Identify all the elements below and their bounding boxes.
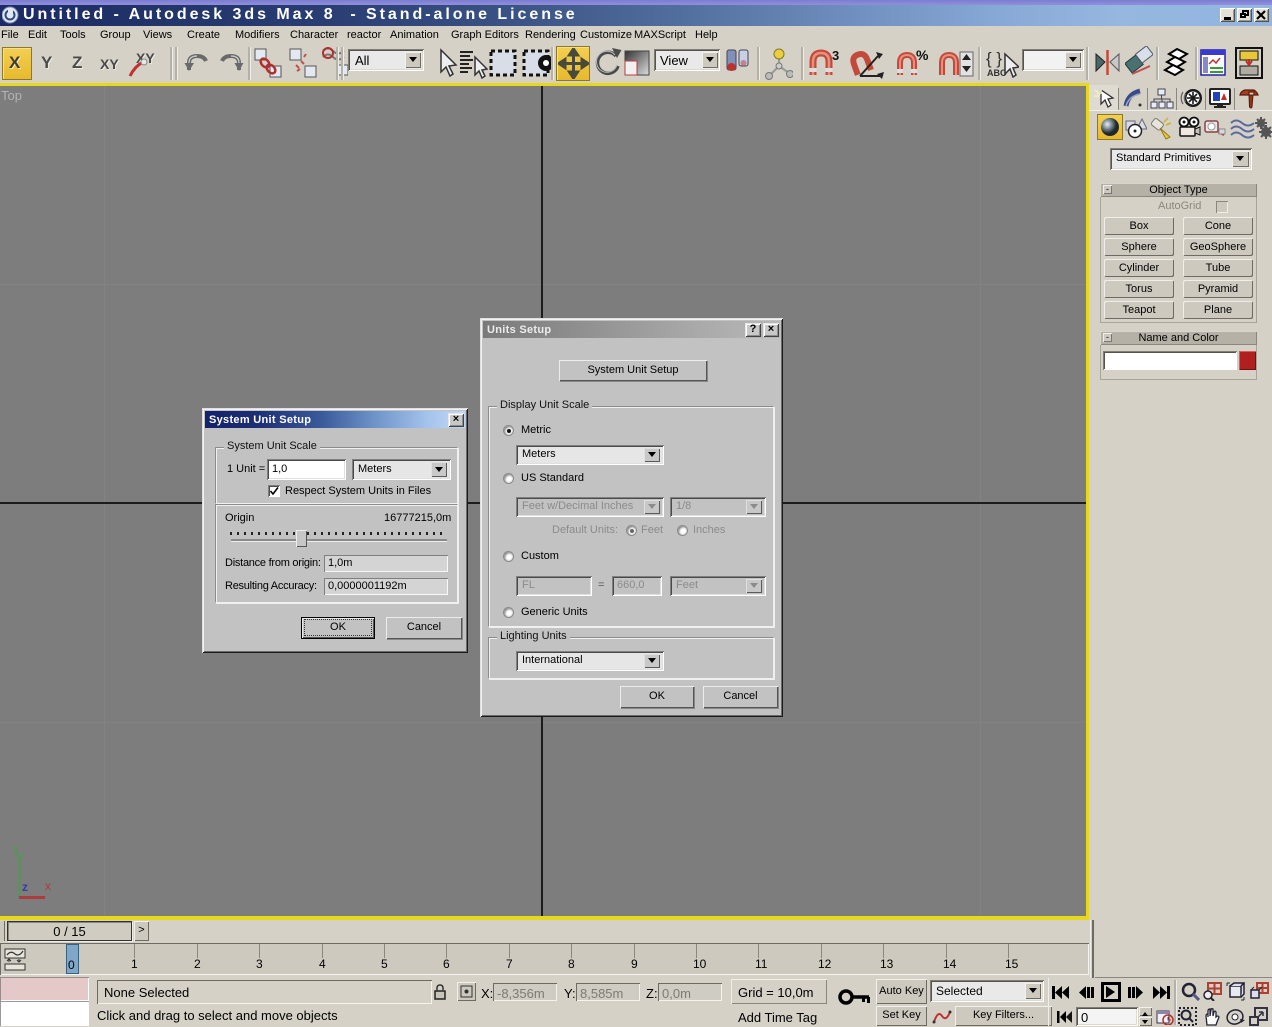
svg-text:x: x [45,879,51,893]
svg-text:3: 3 [832,48,839,63]
svg-text:y: y [13,841,19,855]
svg-text:{ }: { } [986,49,1002,68]
svg-text:%: % [916,48,929,63]
svg-text:z: z [22,880,28,894]
svg-text:ABC: ABC [987,68,1007,78]
